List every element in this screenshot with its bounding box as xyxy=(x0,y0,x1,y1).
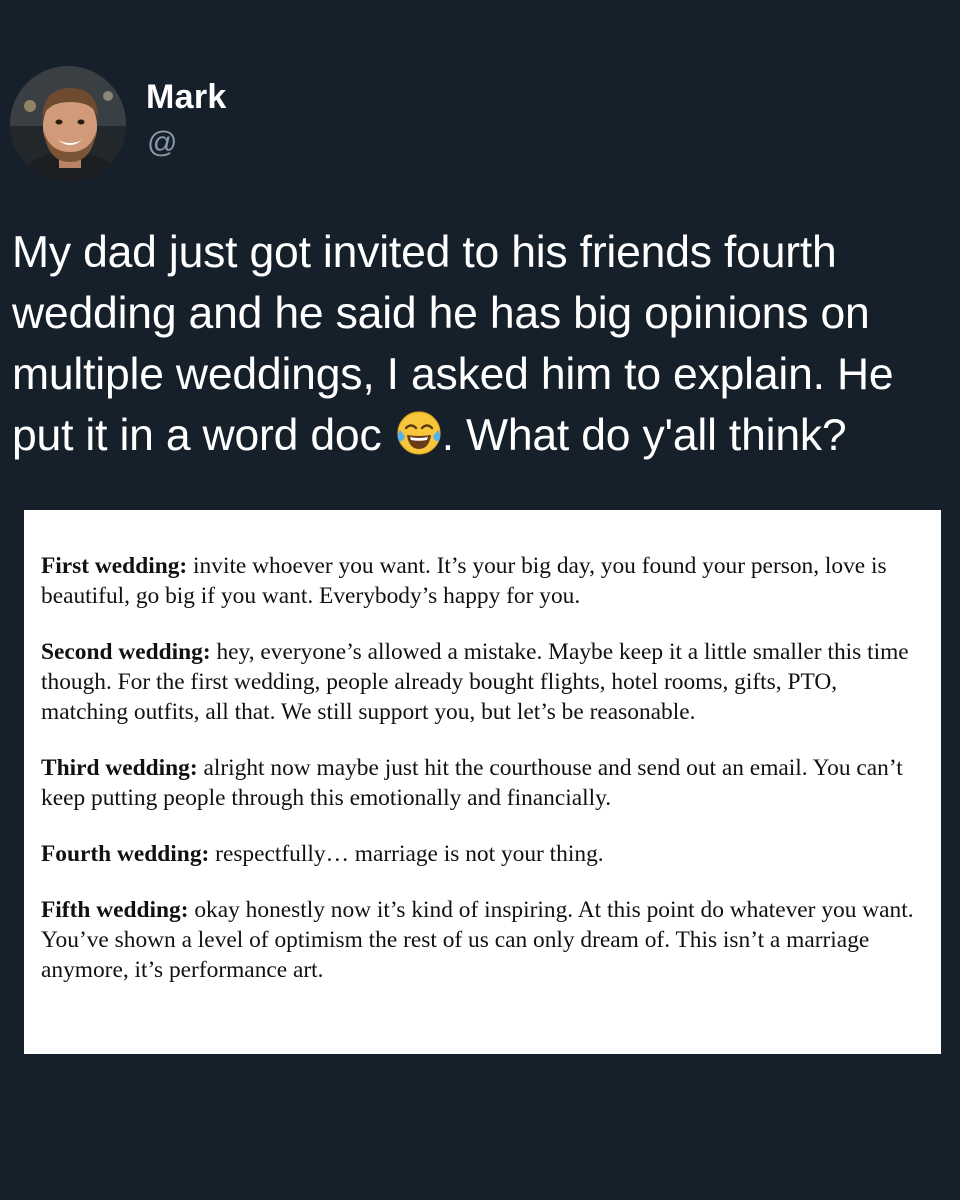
face-with-tears-of-joy-icon xyxy=(396,410,442,456)
paragraph-first-wedding: First wedding: invite whoever you want. … xyxy=(41,551,921,611)
avatar-photo xyxy=(10,66,126,182)
word-document-screenshot: First wedding: invite whoever you want. … xyxy=(24,510,941,1054)
paragraph-fifth-wedding: Fifth wedding: okay honestly now it’s ki… xyxy=(41,895,921,985)
paragraph-label: Third wedding: xyxy=(41,755,198,781)
paragraph-third-wedding: Third wedding: alright now maybe just hi… xyxy=(41,753,921,813)
avatar[interactable] xyxy=(10,66,126,182)
author-handle[interactable]: @ xyxy=(147,126,177,160)
paragraph-fourth-wedding: Fourth wedding: respectfully… marriage i… xyxy=(41,839,921,869)
paragraph-label: First wedding: xyxy=(41,553,188,579)
paragraph-label: Fourth wedding: xyxy=(41,841,210,867)
paragraph-label: Fifth wedding: xyxy=(41,897,189,923)
paragraph-label: Second wedding: xyxy=(41,639,211,665)
author-name[interactable]: Mark xyxy=(146,78,227,117)
paragraph-text: respectfully… marriage is not your thing… xyxy=(209,841,604,867)
paragraph-second-wedding: Second wedding: hey, everyone’s allowed … xyxy=(41,637,921,727)
tweet-text-end: . What do y'all think? xyxy=(441,411,847,460)
tweet-header: Mark @ xyxy=(10,66,610,186)
tweet-text: My dad just got invited to his friends f… xyxy=(12,222,952,466)
